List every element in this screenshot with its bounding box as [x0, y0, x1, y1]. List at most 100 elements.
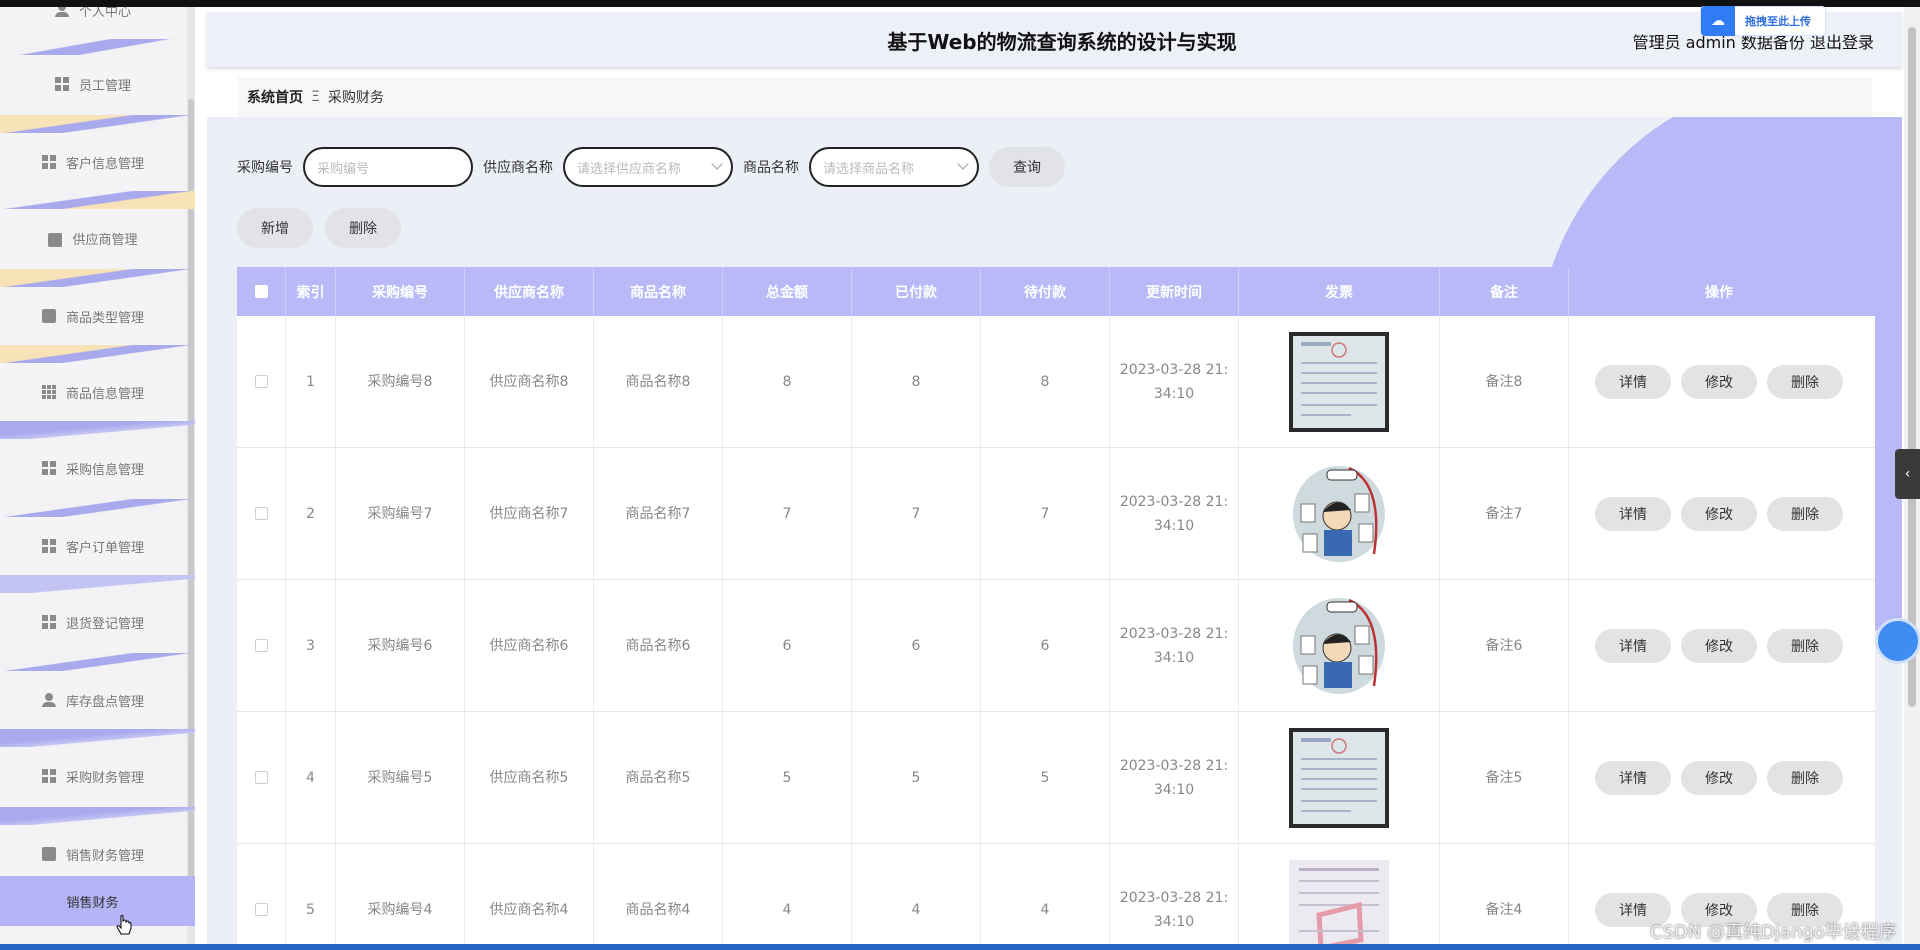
sidebar-decoration — [0, 729, 195, 747]
sidebar-item-purchase-info[interactable]: 采购信息管理 — [0, 439, 186, 497]
sidebar-item-employee[interactable]: 员工管理 — [0, 55, 186, 113]
purchase-no-cell: 采购编号4 — [336, 844, 465, 950]
index-cell: 1 — [286, 316, 336, 447]
column-header: 索引 — [286, 267, 336, 316]
sidebar-item-product-info[interactable]: 商品信息管理 — [0, 363, 186, 421]
table-row: 4 采购编号5 供应商名称5 商品名称5 5 5 5 2023-03-28 21… — [237, 712, 1875, 844]
sidebar-item-supplier[interactable]: 供应商管理 — [0, 209, 186, 267]
row-select-cell — [237, 712, 286, 843]
update-time-cell: 2023-03-28 21: 34:10 — [1110, 712, 1239, 843]
column-header: 发票 — [1239, 267, 1440, 316]
column-header: 商品名称 — [594, 267, 723, 316]
search-bar: 采购编号 采购编号 供应商名称 请选择供应商名称 商品名称 请选择商品名称 查询 — [237, 147, 1065, 187]
sidebar-subitem-sales-finance[interactable]: 销售财务 — [0, 876, 195, 926]
detail-button[interactable]: 详情 — [1595, 628, 1671, 663]
product-select[interactable]: 请选择商品名称 — [809, 147, 979, 187]
sidebar-item-label: 客户信息管理 — [65, 156, 144, 172]
paid-cell: 4 — [852, 844, 981, 950]
paid-cell: 8 — [852, 316, 981, 447]
bottom-progress-bar — [0, 944, 1920, 950]
breadcrumb-current: 采购财务 — [327, 90, 384, 106]
purchase-no-cell: 采购编号5 — [336, 712, 465, 843]
pending-cell: 5 — [981, 712, 1110, 843]
select-all-checkbox[interactable] — [254, 285, 268, 298]
delete-button[interactable]: 删除 — [1767, 364, 1843, 399]
row-checkbox[interactable] — [254, 771, 268, 784]
row-checkbox[interactable] — [254, 507, 268, 520]
operations-cell: 详情 修改 删除 — [1569, 448, 1869, 579]
sidebar-item-label: 销售财务 — [66, 895, 119, 911]
cursor-hand-icon — [116, 915, 132, 935]
purchase-no-input[interactable]: 采购编号 — [303, 147, 473, 187]
floating-assistant-button[interactable] — [1875, 618, 1920, 664]
bulk-delete-button[interactable]: 删除 — [325, 208, 401, 248]
product-cell: 商品名称4 — [594, 844, 723, 950]
product-cell: 商品名称5 — [594, 712, 723, 843]
grid-icon — [41, 155, 56, 169]
product-cell: 商品名称8 — [594, 316, 723, 447]
breadcrumb: 系统首页 Ξ 采购财务 — [238, 77, 1872, 117]
row-select-cell — [237, 844, 286, 950]
supplier-select[interactable]: 请选择供应商名称 — [563, 147, 733, 187]
purchase-no-cell: 采购编号8 — [336, 316, 465, 447]
detail-button[interactable]: 详情 — [1595, 760, 1671, 795]
sidebar-item-product-type[interactable]: 商品类型管理 — [0, 287, 186, 345]
invoice-image[interactable] — [1289, 331, 1389, 432]
sample-invoice-image[interactable] — [1289, 859, 1389, 950]
note-cell: 备注8 — [1440, 316, 1569, 447]
action-bar: 新增 删除 — [237, 208, 401, 248]
detail-button[interactable]: 详情 — [1595, 364, 1671, 399]
clipboard-icon — [41, 309, 56, 323]
supplier-placeholder: 请选择供应商名称 — [577, 161, 682, 177]
pending-cell: 8 — [981, 316, 1110, 447]
sidebar-item-inventory[interactable]: 库存盘点管理 — [0, 671, 186, 729]
sidebar-item-label: 员工管理 — [78, 78, 131, 94]
add-button[interactable]: 新增 — [237, 208, 313, 248]
delete-button[interactable]: 删除 — [1767, 496, 1843, 531]
grid9-icon — [41, 385, 56, 399]
column-header: 更新时间 — [1110, 267, 1239, 316]
sidebar-item-label: 库存盘点管理 — [65, 694, 144, 710]
update-time-cell: 2023-03-28 21: 34:10 — [1110, 580, 1239, 711]
detail-button[interactable]: 详情 — [1595, 496, 1671, 531]
update-time-clock: 34:10 — [1153, 517, 1195, 534]
invoice-cell — [1239, 712, 1440, 843]
sidebar-item-label: 商品类型管理 — [65, 310, 144, 326]
page-scroll-thumb[interactable] — [1908, 27, 1916, 707]
table-row: 5 采购编号4 供应商名称4 商品名称4 4 4 4 2023-03-28 21… — [237, 844, 1875, 950]
paid-cell: 5 — [852, 712, 981, 843]
delete-button[interactable]: 删除 — [1767, 628, 1843, 663]
edit-button[interactable]: 修改 — [1681, 496, 1757, 531]
row-checkbox[interactable] — [254, 375, 268, 388]
invoice-cell — [1239, 316, 1440, 447]
breadcrumb-home[interactable]: 系统首页 — [247, 87, 303, 107]
sidebar-decoration — [0, 421, 195, 439]
operations-cell: 详情 修改 删除 — [1569, 316, 1869, 447]
sidebar-item-customer-info[interactable]: 客户信息管理 — [0, 133, 186, 191]
cartoon-image[interactable] — [1289, 595, 1389, 696]
invoice-image[interactable] — [1289, 727, 1389, 828]
sidebar-item-personal-center[interactable]: 个人中心 — [0, 7, 186, 39]
sidebar-item-customer-order[interactable]: 客户订单管理 — [0, 517, 186, 575]
row-checkbox[interactable] — [254, 639, 268, 652]
edit-button[interactable]: 修改 — [1681, 628, 1757, 663]
delete-button[interactable]: 删除 — [1767, 760, 1843, 795]
query-button[interactable]: 查询 — [989, 147, 1065, 187]
pending-cell: 6 — [981, 580, 1110, 711]
operations-cell: 详情 修改 删除 — [1569, 712, 1869, 843]
edit-button[interactable]: 修改 — [1681, 364, 1757, 399]
update-time-date: 2023-03-28 21: — [1119, 493, 1229, 510]
purchase-finance-table: 索引 采购编号 供应商名称 商品名称 总金额 已付款 待付款 更新时间 发票 备… — [237, 267, 1875, 950]
edit-button[interactable]: 修改 — [1681, 760, 1757, 795]
sidebar-item-return[interactable]: 退货登记管理 — [0, 593, 186, 651]
sidebar-item-purchase-finance[interactable]: 采购财务管理 — [0, 747, 186, 805]
side-panel-toggle[interactable]: ‹ — [1895, 449, 1920, 499]
grid-icon — [41, 769, 56, 783]
sidebar-item-sales-finance[interactable]: 销售财务管理 — [0, 825, 186, 883]
row-checkbox[interactable] — [254, 903, 268, 916]
grid-icon — [41, 539, 56, 553]
cartoon-image[interactable] — [1289, 463, 1389, 564]
user-icon — [54, 7, 69, 17]
upload-drop-badge[interactable]: ☁ 拖拽至此上传 — [1700, 6, 1826, 36]
checklist-icon — [41, 847, 56, 861]
